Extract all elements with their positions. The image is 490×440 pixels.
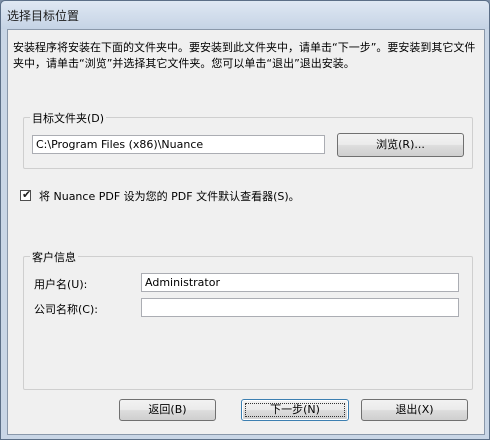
username-label: 用户名(U):: [34, 278, 88, 291]
intro-text: 安装程序将安装在下面的文件夹中。要安装到此文件夹中，请单击“下一步”。要安装到其…: [13, 41, 476, 70]
destination-path-input[interactable]: C:\Program Files (x86)\Nuance: [32, 135, 325, 154]
title-bar[interactable]: 选择目标位置: [1, 1, 489, 29]
browse-button[interactable]: 浏览(R)...: [337, 133, 464, 157]
default-viewer-checkbox[interactable]: ✔: [20, 188, 32, 201]
installer-window: 选择目标位置 安装程序将安装在下面的文件夹中。要安装到此文件夹中，请单击“下一步…: [0, 0, 490, 440]
destination-folder-label: 目标文件夹(D): [30, 110, 107, 126]
exit-button[interactable]: 退出(X): [361, 399, 468, 421]
company-label: 公司名称(C):: [34, 303, 98, 316]
check-icon: ✔: [22, 188, 32, 201]
dialog-body: 安装程序将安装在下面的文件夹中。要安装到此文件夹中，请单击“下一步”。要安装到其…: [7, 29, 485, 435]
next-button-label: 下一步(N): [270, 403, 320, 416]
window-title: 选择目标位置: [7, 9, 80, 23]
customer-info-label: 客户信息: [30, 249, 78, 265]
default-viewer-label[interactable]: 将 Nuance PDF 设为您的 PDF 文件默认查看器(S)。: [39, 188, 300, 204]
next-button[interactable]: 下一步(N): [241, 399, 349, 421]
back-button[interactable]: 返回(B): [119, 399, 216, 421]
company-input[interactable]: [141, 298, 459, 317]
back-button-label: 返回(B): [148, 403, 187, 416]
username-input[interactable]: Administrator: [141, 273, 459, 292]
exit-button-label: 退出(X): [395, 403, 434, 416]
